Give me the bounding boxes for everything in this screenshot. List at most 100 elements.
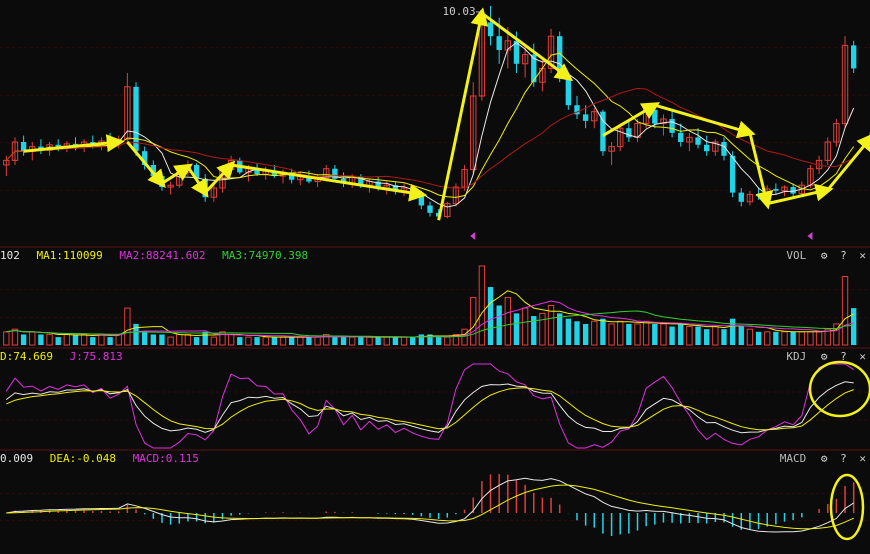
volume-bar — [652, 323, 658, 345]
kdj-indicator-name[interactable]: KDJ — [786, 350, 806, 363]
peak-price-label: 10.03→ — [443, 5, 483, 18]
close-icon[interactable]: ✕ — [859, 452, 866, 465]
volume-bar — [314, 336, 321, 346]
volume-bar — [184, 333, 192, 346]
volume-bar — [254, 337, 260, 345]
macd-indicator-name[interactable]: MACD — [780, 452, 807, 465]
macd-dif-line — [6, 477, 854, 533]
volume-bar — [504, 297, 511, 346]
volume-bar — [176, 333, 183, 346]
kdj-k-line — [5, 381, 854, 434]
signal-marker — [807, 232, 813, 240]
volume-bar — [227, 333, 235, 346]
volume-bar — [626, 323, 632, 345]
volume-bar — [3, 331, 10, 346]
volume-bar — [219, 331, 226, 346]
volume-bar — [90, 337, 96, 345]
volume-bar — [193, 337, 200, 345]
volume-bar — [712, 326, 719, 346]
kdj-d-line — [6, 387, 854, 431]
gear-icon[interactable]: ⚙ — [821, 249, 828, 262]
volume-bar — [608, 323, 615, 346]
highlight-circle — [808, 360, 870, 418]
volume-bar — [72, 334, 79, 345]
signal-marker — [470, 232, 476, 240]
kdj-legend-j: J:75.813 — [69, 350, 123, 363]
candle — [695, 137, 701, 145]
candle — [850, 45, 857, 69]
close-icon[interactable]: ✕ — [859, 249, 866, 262]
volume-bar — [392, 337, 399, 345]
volume-bar — [349, 336, 356, 346]
volume-bar — [141, 331, 148, 345]
volume-bar — [375, 337, 381, 345]
volume-bar — [202, 331, 208, 345]
volume-bar — [815, 331, 823, 346]
volume-bar — [790, 331, 796, 345]
volume-bar — [237, 337, 243, 345]
volume-bar — [366, 336, 373, 346]
volume-bar — [841, 275, 849, 346]
close-icon[interactable]: ✕ — [859, 350, 866, 363]
volume-bar — [686, 326, 693, 346]
gear-icon[interactable]: ⚙ — [821, 452, 828, 465]
volume-bar — [461, 328, 468, 346]
volume-bar — [513, 313, 520, 345]
volume-bar — [150, 334, 156, 345]
candle — [582, 114, 589, 121]
help-icon[interactable]: ? — [840, 350, 847, 363]
volume-bar — [496, 305, 502, 345]
vol-legend-value: 102 — [0, 249, 20, 262]
candle — [652, 109, 658, 124]
volume-bar — [63, 333, 71, 346]
trend-arrow — [161, 163, 193, 185]
volume-bar — [773, 331, 779, 345]
vol-legend-ma2: MA2:88241.602 — [119, 249, 206, 262]
volume-bar — [29, 331, 36, 346]
candle — [427, 205, 433, 213]
volume-bar — [642, 320, 650, 346]
trend-arrow — [437, 7, 489, 221]
volume-bar — [721, 329, 727, 345]
candle — [496, 36, 502, 50]
kdj-legend-d: D:74.669 — [0, 350, 53, 363]
volume-bar — [245, 336, 252, 346]
volume-bar — [764, 331, 771, 346]
help-icon[interactable]: ? — [840, 249, 847, 262]
volume-bar — [297, 336, 304, 346]
volume-bar — [332, 337, 338, 345]
volume-bar — [55, 337, 61, 345]
volume-bar — [539, 312, 546, 346]
candle — [790, 187, 796, 194]
macd-legend-dif: 0.009 — [0, 452, 34, 465]
volume-bar — [574, 321, 580, 345]
volume-bar — [279, 336, 287, 346]
volume-bar — [383, 336, 390, 346]
volume-bar — [755, 331, 762, 345]
macd-legend: 0.009 DEA:-0.048 MACD:0.115 — [0, 452, 209, 466]
candle — [773, 188, 779, 191]
macd-toolbar: MACD ⚙ ? ✕ — [774, 452, 866, 466]
macd-legend-macd: MACD:0.115 — [132, 452, 199, 465]
vol-indicator-name[interactable]: VOL — [786, 249, 806, 262]
volume-bar — [746, 328, 754, 346]
volume-bar — [591, 320, 598, 346]
gear-icon[interactable]: ⚙ — [821, 350, 828, 363]
kdj-toolbar: KDJ ⚙ ? ✕ — [780, 350, 866, 364]
volume-bar — [695, 326, 701, 345]
volume-bar — [167, 336, 174, 346]
volume-bar — [704, 329, 710, 345]
candle — [755, 194, 762, 197]
volume-bar — [159, 334, 165, 345]
volume-bar — [340, 337, 347, 345]
candle — [418, 196, 425, 206]
volume-bar — [678, 323, 684, 345]
volume-bar — [435, 337, 442, 345]
volume-bar — [262, 336, 269, 346]
volume-bar — [306, 337, 312, 345]
chart-canvas: 10.03→ — [0, 5, 870, 541]
candle — [729, 155, 736, 193]
volume-bar — [669, 326, 675, 345]
help-icon[interactable]: ? — [840, 452, 847, 465]
volume-bar — [20, 334, 27, 345]
